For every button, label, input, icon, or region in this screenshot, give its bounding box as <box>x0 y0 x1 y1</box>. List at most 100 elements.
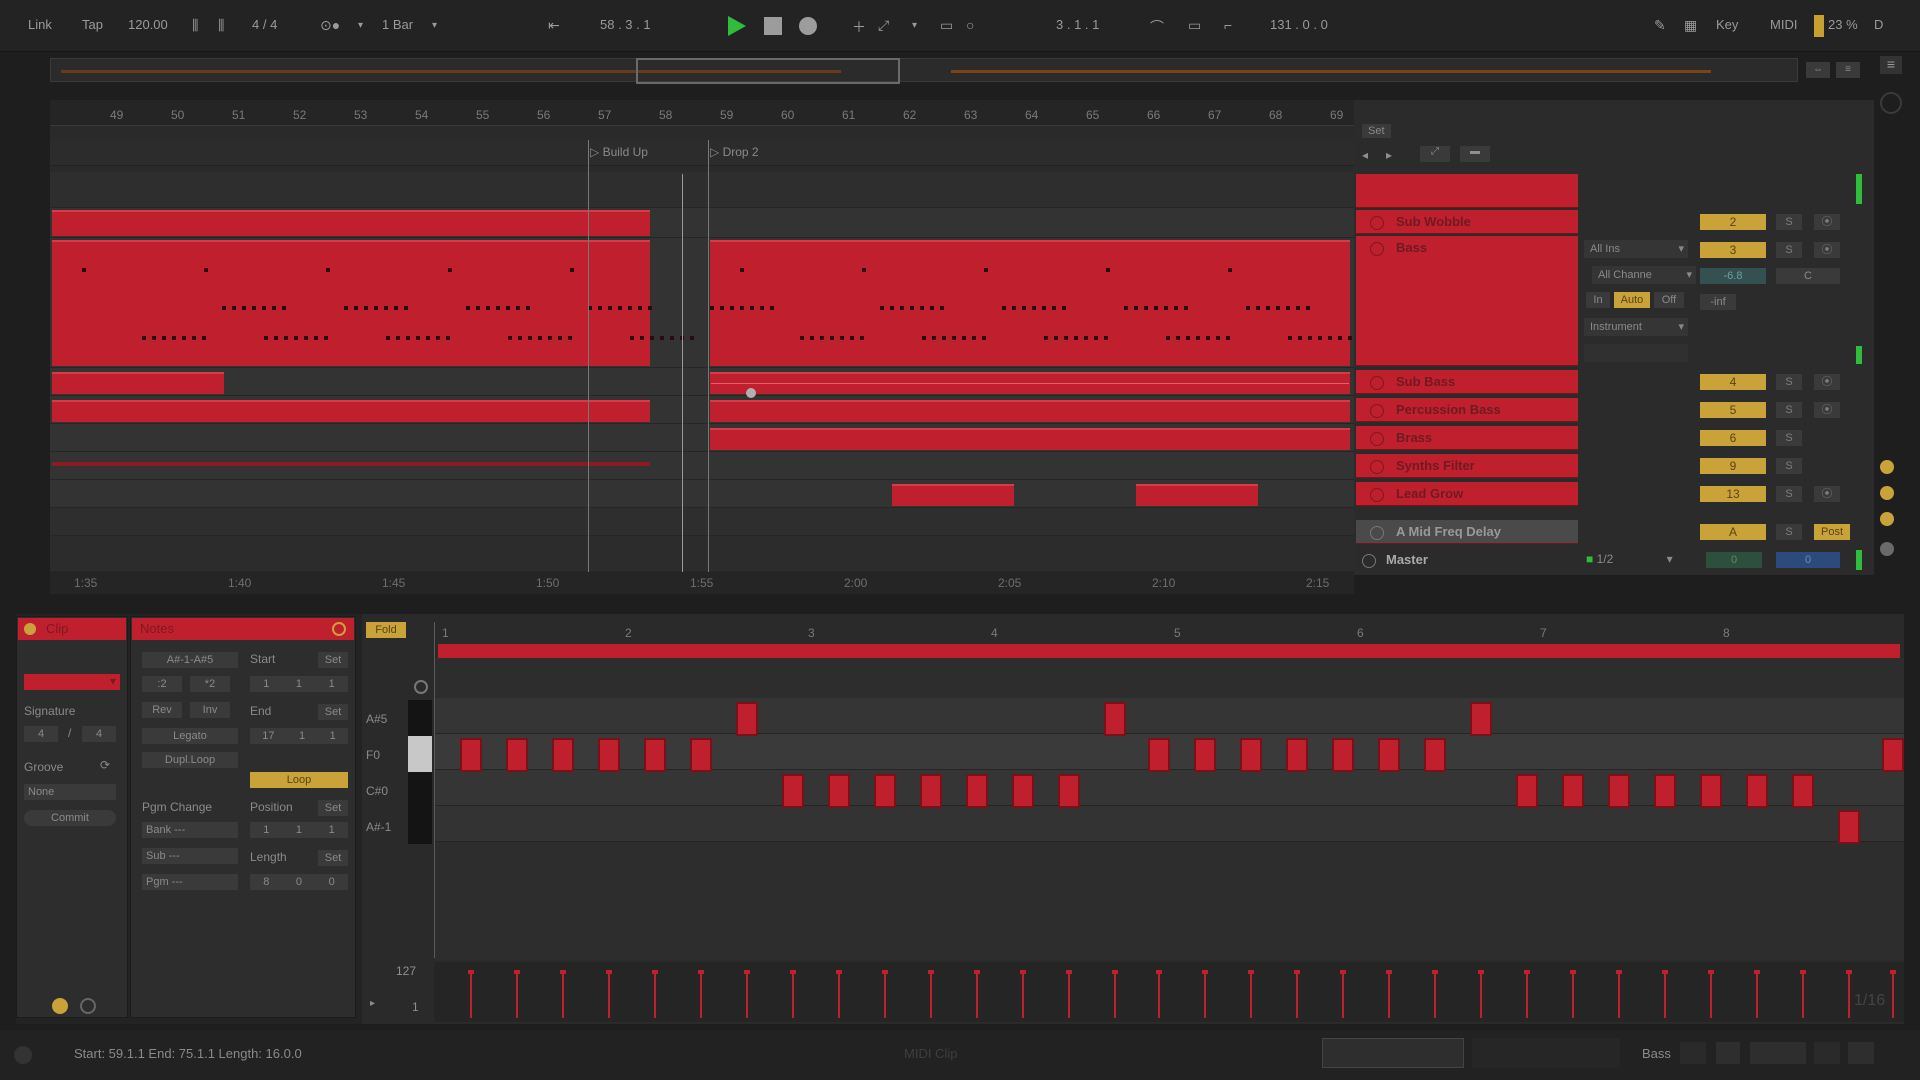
velocity-handle[interactable] <box>1340 970 1346 974</box>
velocity-handle[interactable] <box>744 970 750 974</box>
duplicate-loop-button[interactable]: Dupl.Loop <box>142 752 238 768</box>
locator-build-up[interactable]: ▷ Build Up <box>590 145 648 159</box>
key-map-button[interactable]: Key <box>1716 17 1738 32</box>
piano-key[interactable] <box>408 736 432 772</box>
status-button[interactable] <box>1750 1042 1806 1064</box>
invert-button[interactable]: Inv <box>190 702 230 718</box>
midi-clip[interactable] <box>52 210 650 236</box>
midi-note[interactable] <box>874 774 896 808</box>
velocity-bar[interactable] <box>884 972 886 1018</box>
status-button[interactable] <box>1848 1042 1874 1064</box>
piano-key[interactable] <box>408 700 432 736</box>
midi-clip[interactable] <box>710 240 1350 366</box>
fold-icon[interactable] <box>1370 432 1384 446</box>
automation-arm-icon[interactable]: ⤢ <box>878 17 889 34</box>
midi-note[interactable] <box>1608 774 1630 808</box>
midi-note[interactable] <box>1746 774 1768 808</box>
circle-icon[interactable] <box>1880 92 1902 114</box>
solo-button[interactable]: S <box>1776 458 1802 474</box>
track-activator[interactable]: 3 <box>1700 242 1766 258</box>
velocity-bar[interactable] <box>608 972 610 1018</box>
master-output-select[interactable]: ■ 1/2 ▾ <box>1586 552 1673 566</box>
track-header-bass[interactable]: Bass <box>1356 236 1578 366</box>
clip-color-select[interactable]: ▾ <box>24 674 120 690</box>
track-header-lead-grow[interactable]: Lead Grow <box>1356 482 1578 506</box>
piano-key[interactable] <box>408 772 432 808</box>
velocity-bar[interactable] <box>562 972 564 1018</box>
piano-roll-row-a5[interactable] <box>434 698 1904 734</box>
track-activator[interactable]: 5 <box>1700 402 1766 418</box>
velocity-bar[interactable] <box>792 972 794 1018</box>
midi-note[interactable] <box>460 738 482 772</box>
signature-numerator[interactable]: 4 <box>24 726 58 742</box>
preview-icon[interactable] <box>414 680 428 694</box>
metronome-icon[interactable]: ⊙● <box>320 17 340 34</box>
midi-note[interactable] <box>1012 774 1034 808</box>
position-set-button[interactable]: Set <box>318 800 348 816</box>
track-activator[interactable]: 9 <box>1700 458 1766 474</box>
chevron-down-icon[interactable]: ▾ <box>358 20 363 31</box>
arm-button[interactable]: ⦿ <box>1814 374 1840 390</box>
follow-icon[interactable]: ⇤ <box>548 17 560 34</box>
midi-note[interactable] <box>1332 738 1354 772</box>
set-button[interactable]: Set <box>1362 124 1391 138</box>
fold-tracks-icon[interactable]: ▬ <box>1460 146 1490 162</box>
song-position-field[interactable]: 58 . 3 . 1 <box>600 17 651 32</box>
circle-icon[interactable] <box>1880 542 1894 556</box>
nudge-icon[interactable]: ⫼ <box>192 17 198 34</box>
reverse-button[interactable]: Rev <box>142 702 182 718</box>
volume-field[interactable]: -6.8 <box>1700 268 1766 284</box>
overview-view-window[interactable] <box>636 58 900 84</box>
velocity-bar[interactable] <box>930 972 932 1018</box>
arm-button[interactable]: ⦿ <box>1814 214 1840 230</box>
velocity-handle[interactable] <box>1248 970 1254 974</box>
loop-length-field[interactable]: 8 0 0 <box>250 874 348 890</box>
envelope-icon[interactable] <box>80 998 96 1014</box>
velocity-handle[interactable] <box>1890 970 1896 974</box>
track-activator[interactable]: A <box>1700 524 1766 540</box>
track-activator[interactable]: 2 <box>1700 214 1766 230</box>
arrow-left-icon[interactable]: ◂ <box>1362 148 1368 162</box>
velocity-bar[interactable] <box>1114 972 1116 1018</box>
signature-denominator[interactable]: 4 <box>82 726 116 742</box>
solo-button[interactable]: S <box>1776 374 1802 390</box>
status-button[interactable] <box>1814 1042 1840 1064</box>
velocity-bar[interactable] <box>1892 972 1894 1018</box>
quantize-menu[interactable]: 1 Bar <box>382 17 413 32</box>
time-ruler[interactable]: 1:35 1:40 1:45 1:50 1:55 2:00 2:05 2:10 … <box>50 572 1354 594</box>
commit-button[interactable]: Commit <box>24 810 116 826</box>
legato-button[interactable]: Legato <box>142 728 238 744</box>
midi-note[interactable] <box>736 702 758 736</box>
velocity-bar[interactable] <box>1250 972 1252 1018</box>
solo-button[interactable]: S <box>1776 486 1802 502</box>
link-button[interactable]: Link <box>28 17 52 32</box>
automation-line[interactable] <box>711 383 1349 384</box>
velocity-bar[interactable] <box>1296 972 1298 1018</box>
arm-button[interactable]: ⦿ <box>1814 486 1840 502</box>
bank-field[interactable]: Bank --- <box>142 822 238 838</box>
midi-note[interactable] <box>1240 738 1262 772</box>
notes-panel-header[interactable]: Notes <box>132 618 354 640</box>
track-lane-master[interactable] <box>50 536 1354 572</box>
velocity-bar[interactable] <box>516 972 518 1018</box>
piano-roll-row-c0[interactable] <box>434 770 1904 806</box>
track-header-group[interactable] <box>1356 174 1578 208</box>
circle-icon[interactable] <box>1880 460 1894 474</box>
midi-map-button[interactable]: MIDI <box>1770 17 1797 32</box>
locator-drop-2[interactable]: ▷ Drop 2 <box>710 145 759 159</box>
loop-start-field[interactable]: 3 . 1 . 1 <box>1056 17 1099 32</box>
punch-out-icon[interactable]: ⌐ <box>1224 17 1232 33</box>
velocity-handle[interactable] <box>1662 970 1668 974</box>
velocity-bar[interactable] <box>1572 972 1574 1018</box>
velocity-handle[interactable] <box>468 970 474 974</box>
length-set-button[interactable]: Set <box>318 850 348 866</box>
velocity-handle[interactable] <box>790 970 796 974</box>
tempo-field[interactable]: 120.00 <box>128 17 168 32</box>
input-type-select[interactable]: All Ins ▾ <box>1584 240 1688 258</box>
master-volume-field[interactable]: 0 <box>1706 552 1762 568</box>
midi-note[interactable] <box>1700 774 1722 808</box>
record-button[interactable] <box>799 17 817 35</box>
velocity-handle[interactable] <box>1616 970 1622 974</box>
midi-note[interactable] <box>1792 774 1814 808</box>
velocity-handle[interactable] <box>1432 970 1438 974</box>
